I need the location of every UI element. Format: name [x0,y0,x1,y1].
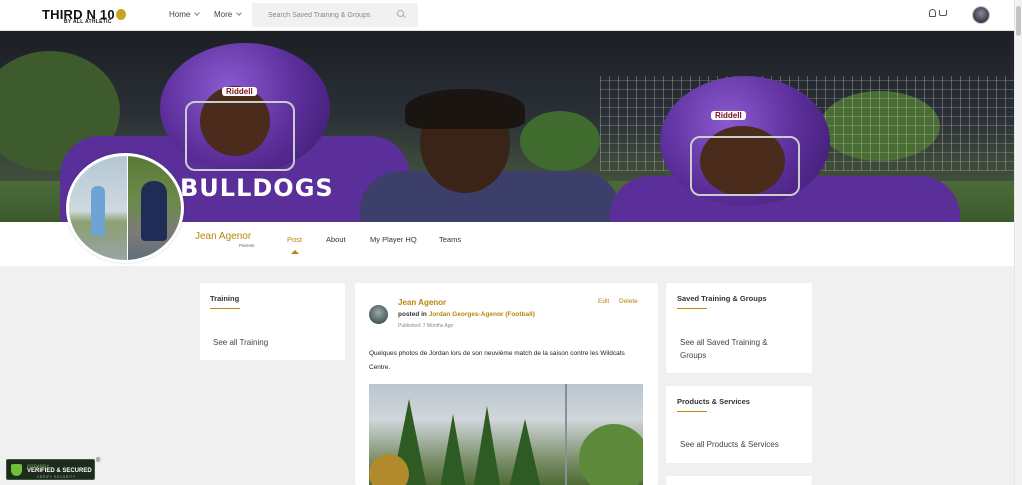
jersey-text: BULLDOGS [180,174,334,202]
search-input[interactable] [252,11,392,19]
training-card-title: Training [210,294,240,303]
card-title-underline [210,308,240,309]
cart-icon[interactable] [939,10,947,16]
see-all-training-link[interactable]: See all Training [213,336,268,349]
child-figure [91,186,105,236]
tab-about[interactable]: About [326,235,346,244]
edit-post-link[interactable]: Edit [598,298,609,305]
posted-in-target-link[interactable]: Jordan Georges-Agenor (Football) [429,311,535,318]
logo-subtitle: BY ALL ATHLETIC [64,19,112,25]
nav-home-label: Home [169,10,191,19]
next-sidebar-card [666,476,812,485]
post-author-avatar[interactable] [369,305,388,324]
photo-pole [565,384,567,485]
photo-pine-tree [509,419,541,485]
post-body-text: Quelques photos de Jordan lors de son ne… [369,350,625,371]
profile-role: Parents [239,243,255,248]
tab-teams[interactable]: Teams [439,235,461,244]
active-tab-indicator [291,250,299,254]
child-football-figure [141,181,167,241]
player-facemask [690,136,800,196]
post-timestamp: Published: 7 Months Ago [398,323,454,329]
photo-pine-tree [473,406,501,485]
helmet-brand: Riddell [222,87,257,96]
chevron-down-icon [194,10,201,16]
see-all-products-link[interactable]: See all Products & Services [680,438,779,451]
saved-training-card-title: Saved Training & Groups [677,294,767,303]
post-meta: posted in Jordan Georges-Agenor (Footbal… [398,311,535,318]
chevron-down-icon [236,10,243,16]
nav-home-menu[interactable]: Home [169,10,201,19]
security-badge[interactable]: GODADDY VERIFIED & SECURED VERIFY SECURI… [6,459,95,480]
delete-post-link[interactable]: Delete [619,298,638,305]
card-title-underline [677,308,707,309]
tab-my-player-hq[interactable]: My Player HQ [370,235,417,244]
tab-post[interactable]: Post [287,235,302,244]
top-navbar: THIRD N 10 BY ALL ATHLETIC Home More [0,0,1014,31]
site-logo[interactable]: THIRD N 10 BY ALL ATHLETIC [42,7,126,25]
see-all-saved-training-link[interactable]: See all Saved Training & Groups [680,336,790,362]
post-author-name[interactable]: Jean Agenor [398,298,446,307]
nav-more-menu[interactable]: More [214,10,243,19]
helmet-brand: Riddell [711,111,746,120]
badge-main-text: VERIFIED & SECURED [27,468,92,474]
profile-name: Jean Agenor [195,231,252,242]
profile-picture[interactable] [66,153,184,263]
page-scrollbar[interactable] [1014,0,1022,485]
cover-tree [520,111,600,171]
registered-mark: ® [96,458,101,464]
posted-in-label: posted in [398,311,427,318]
scrollbar-thumb[interactable] [1016,6,1021,36]
person-hair [405,89,525,129]
badge-sub-text: VERIFY SECURITY [37,475,76,479]
user-avatar[interactable] [972,6,990,24]
search-icon[interactable] [397,10,404,17]
products-services-card-title: Products & Services [677,397,750,406]
photo-pine-tree [439,414,467,485]
medal-icon [115,9,126,20]
search-box [252,3,418,27]
nav-more-label: More [214,10,233,19]
photo-leafy-tree [579,424,643,485]
post-photo[interactable] [369,384,643,485]
player-facemask [185,101,295,171]
card-title-underline [677,411,707,412]
shield-icon [11,464,22,476]
bell-icon[interactable] [929,9,936,17]
